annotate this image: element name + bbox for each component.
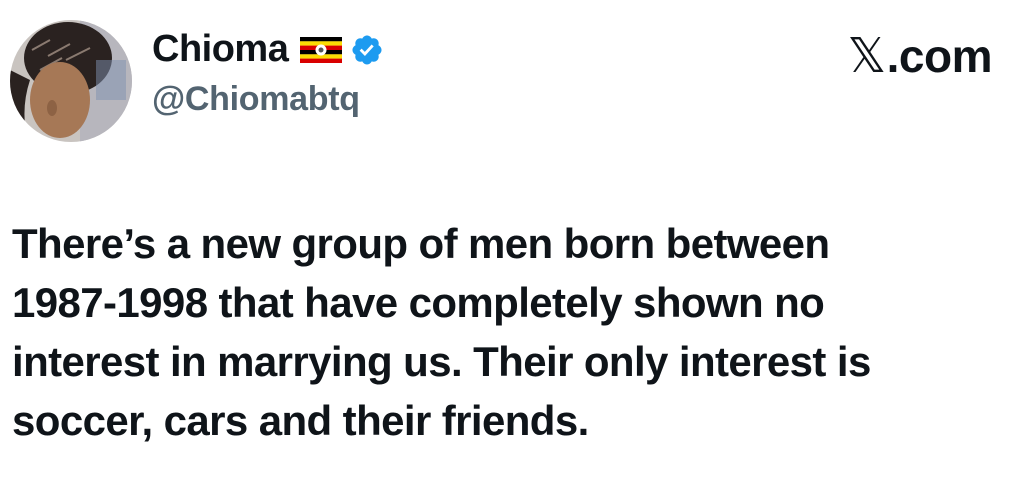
x-com-watermark: 𝕏 .com [847,28,992,84]
verified-badge-icon[interactable] [350,33,384,67]
tweet-text-line: 1987-1998 that have completely shown no [12,279,825,326]
avatar-image [10,20,132,142]
author-identity: Chioma @Chiomabtq [152,24,384,119]
x-logo-icon: 𝕏 [847,28,886,84]
tweet-text-line: There’s a new group of men born between [12,220,830,267]
watermark-suffix: .com [886,30,993,82]
tweet-text: There’s a new group of men born between … [12,214,1012,450]
tweet-text-line: interest in marrying us. Their only inte… [12,338,871,385]
display-name[interactable]: Chioma [152,28,289,71]
author-handle[interactable]: @Chiomabtq [152,80,384,119]
avatar[interactable] [10,20,132,142]
tweet-text-line: soccer, cars and their friends. [12,397,589,444]
uganda-flag-icon [300,36,343,63]
name-row: Chioma [152,24,384,76]
tweet-card: Chioma @Chiomabtq 𝕏 .com There’s a new g… [0,0,1024,504]
tweet-header: Chioma @Chiomabtq [10,20,384,142]
